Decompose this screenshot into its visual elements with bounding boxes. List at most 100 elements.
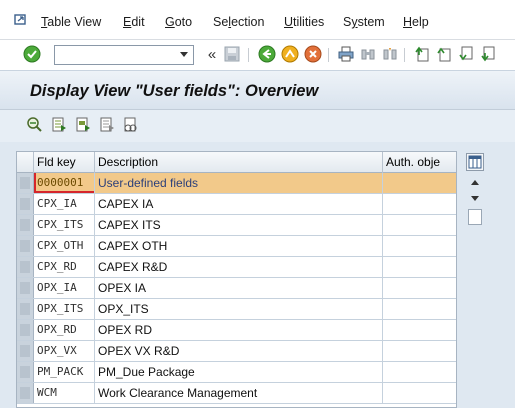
row-selector[interactable] [17,341,34,361]
table-row[interactable]: CPX_OTH CAPEX OTH [17,236,456,257]
application-toolbar [0,110,515,142]
cell-field-key: OPX_ITS [34,299,95,319]
menu-table-view[interactable]: Table View [41,15,101,29]
standard-toolbar: « [0,40,515,70]
cell-auth-object [383,236,456,256]
find-next-button[interactable] [380,44,400,64]
row-selector[interactable] [17,320,34,340]
row-selector[interactable] [17,257,34,277]
binoculars-icon [361,49,375,60]
cell-field-key: OPX_IA [34,278,95,298]
cell-auth-object [383,215,456,235]
column-header-auth-object[interactable]: Auth. obje [383,152,456,173]
cell-field-key: CPX_IA [34,194,95,214]
back-button[interactable] [257,44,277,64]
triangle-down-icon [471,195,479,201]
cell-description: OPEX VX R&D [95,341,383,361]
page-title: Display View "User fields": Overview [30,82,319,100]
row-selector[interactable] [17,194,34,214]
row-selector[interactable] [17,236,34,256]
first-page-button[interactable] [412,44,432,64]
enter-button[interactable] [22,44,42,64]
menu-bar: Table View Edit Goto Selection Utilities… [0,0,515,40]
table-header: Fld key Description Auth. obje [17,152,456,173]
cell-description: User-defined fields [95,173,383,193]
cell-field-key: CPX_OTH [34,236,95,256]
cell-auth-object [383,257,456,277]
first-page-icon [415,46,429,62]
table-row[interactable]: CPX_RD CAPEX R&D [17,257,456,278]
select-block-icon[interactable] [74,116,92,134]
print-button[interactable] [336,44,356,64]
menu-goto[interactable]: Goto [165,15,192,29]
menu-selection[interactable]: Selection [213,15,264,29]
cell-auth-object [383,320,456,340]
row-selector[interactable] [17,215,34,235]
row-selector[interactable] [17,383,34,403]
row-selector[interactable] [17,299,34,319]
toolbar-separator [328,48,329,62]
cell-description: OPEX RD [95,320,383,340]
cell-field-key: OPX_VX [34,341,95,361]
last-page-button[interactable] [478,44,498,64]
table-row[interactable]: OPX_IA OPEX IA [17,278,456,299]
table-row[interactable]: OPX_ITS OPX_ITS [17,299,456,320]
scroll-thumb[interactable] [468,209,482,225]
select-all-icon[interactable] [50,116,68,134]
cell-auth-object [383,278,456,298]
cell-auth-object [383,194,456,214]
table-row[interactable]: CPX_ITS CAPEX ITS [17,215,456,236]
find-button[interactable] [358,44,378,64]
title-bar: Display View "User fields": Overview [0,70,515,110]
menu-edit[interactable]: Edit [123,15,145,29]
checkmark-icon [23,45,41,63]
toolbar-separator [404,48,405,62]
cell-field-key: WCM [34,383,95,403]
cancel-icon [304,45,322,63]
table-row[interactable]: 0000001 User-defined fields [17,173,456,194]
cell-description: CAPEX R&D [95,257,383,277]
exit-icon [281,45,299,63]
exit-button[interactable] [280,44,300,64]
cell-field-key: 0000001 [34,173,95,193]
user-fields-table: Fld key Description Auth. obje 0000001 U… [16,151,457,408]
next-page-icon [459,46,473,61]
column-header-description[interactable]: Description [95,152,383,173]
table-row[interactable]: OPX_VX OPEX VX R&D [17,341,456,362]
print-field-list-icon[interactable] [122,116,140,134]
table-row[interactable]: OPX_RD OPEX RD [17,320,456,341]
menu-help[interactable]: Help [403,15,429,29]
column-header-field-key[interactable]: Fld key [34,152,95,173]
cancel-button[interactable] [303,44,323,64]
next-page-button[interactable] [456,44,476,64]
table-row[interactable]: PM_PACK PM_Due Package [17,362,456,383]
cell-field-key: OPX_RD [34,320,95,340]
back-icon [258,45,276,63]
last-page-icon [481,46,495,62]
row-selector[interactable] [17,173,34,193]
history-back-button[interactable]: « [202,44,222,64]
table-row[interactable]: WCM Work Clearance Management [17,383,456,404]
table-scrollbar [465,151,485,408]
select-all-rows-header[interactable] [17,152,34,173]
cell-auth-object [383,362,456,382]
command-dropdown-button[interactable] [175,46,193,64]
triangle-up-icon [471,179,479,185]
menu-utilities[interactable]: Utilities [284,15,324,29]
row-selector[interactable] [17,362,34,382]
cell-auth-object [383,173,456,193]
command-field[interactable] [54,45,194,65]
scroll-up-button[interactable] [468,175,482,189]
previous-page-button[interactable] [434,44,454,64]
save-button[interactable] [222,44,242,64]
scroll-down-button[interactable] [468,191,482,205]
print-icon [338,46,354,62]
table-row[interactable]: CPX_IA CAPEX IA [17,194,456,215]
row-selector[interactable] [17,278,34,298]
display-change-icon[interactable] [26,116,44,134]
cell-field-key: CPX_ITS [34,215,95,235]
menu-window-icon[interactable] [14,13,28,27]
column-configuration-button[interactable] [466,153,484,171]
deselect-all-icon[interactable] [98,116,116,134]
menu-system[interactable]: System [343,15,385,29]
